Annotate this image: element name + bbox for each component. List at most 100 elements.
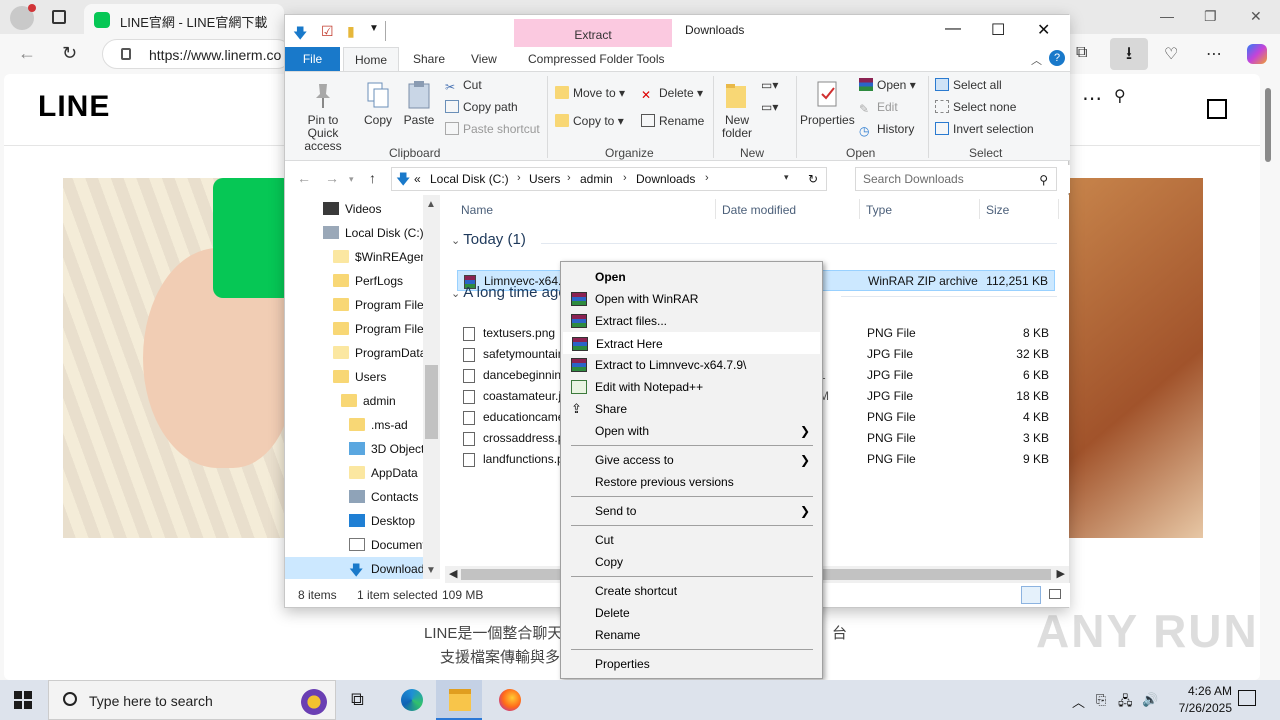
collapse-ribbon-icon[interactable]: ︿ [1031, 52, 1042, 68]
menu-cut[interactable]: Cut [563, 529, 820, 551]
tray-overflow-icon[interactable]: ︿ [1072, 692, 1085, 711]
col-header-type[interactable]: Type [866, 203, 892, 217]
open-button[interactable]: Open ▾ [859, 78, 916, 92]
scroll-right-icon[interactable]: ▶ [1057, 567, 1065, 580]
restore-icon[interactable]: ❐ [1204, 8, 1217, 25]
fullscreen-icon[interactable] [1207, 99, 1227, 119]
menu-share[interactable]: ⇪ Share [563, 398, 820, 420]
crumb-local-disk[interactable]: Local Disk (C:) [430, 172, 509, 186]
menu-open-with[interactable]: Open with ❯ [563, 420, 820, 442]
details-view-button[interactable] [1021, 586, 1041, 604]
ex-maximize-icon[interactable]: ☐ [991, 20, 1005, 40]
page-scrollbar[interactable] [1262, 74, 1274, 670]
scroll-down-icon[interactable]: ▼ [426, 565, 436, 576]
menu-rename[interactable]: Rename [563, 624, 820, 646]
large-icons-view-button[interactable] [1045, 586, 1065, 604]
paste-shortcut-button[interactable]: Paste shortcut [445, 122, 540, 136]
quick-access-down-icon[interactable]: 🡇 [293, 23, 307, 47]
scroll-up-icon[interactable]: ▲ [426, 199, 436, 210]
copilot-icon[interactable] [1247, 44, 1267, 64]
col-header-date[interactable]: Date modified [722, 203, 796, 217]
refresh-icon[interactable]: ↻ [62, 43, 77, 64]
copy-button[interactable]: Copy [361, 80, 395, 127]
tab-actions-icon[interactable] [52, 10, 66, 24]
nav-item-desktop[interactable]: Desktop [349, 509, 415, 533]
history-button[interactable]: ◷ History [859, 122, 914, 138]
taskbar-file-explorer[interactable] [436, 680, 482, 720]
breadcrumb[interactable]: 🡇 « Local Disk (C:) › Users › admin › Do… [391, 167, 827, 191]
menu-give-access-to[interactable]: Give access to ❯ [563, 449, 820, 471]
clock[interactable]: 4:26 AM 7/26/2025 [1162, 683, 1232, 717]
menu-open-with-winrar[interactable]: Open with WinRAR [563, 288, 820, 310]
col-header-name[interactable]: Name [461, 203, 493, 217]
move-to-button[interactable]: Move to ▾ [555, 86, 625, 100]
collections-icon[interactable]: ⧉ [1076, 44, 1087, 62]
cut-button[interactable]: ✂ Cut [445, 78, 482, 94]
nav-item-admin[interactable]: admin [341, 389, 396, 413]
line-logo[interactable]: LINE [38, 90, 110, 124]
taskbar-search[interactable]: Type here to search [48, 680, 336, 720]
task-view-button[interactable]: ⧉ [338, 680, 384, 720]
nav-item-winreagent[interactable]: $WinREAgent [333, 245, 430, 269]
copy-to-button[interactable]: Copy to ▾ [555, 114, 624, 128]
paste-button[interactable]: Paste [401, 80, 437, 127]
select-none-button[interactable]: Select none [935, 100, 1016, 114]
delete-button[interactable]: ✕ Delete ▾ [641, 86, 703, 102]
explorer-search-box[interactable]: Search Downloads ⚲ [855, 167, 1057, 191]
nav-scrollbar-thumb[interactable] [425, 365, 438, 439]
column-separator[interactable] [715, 199, 716, 219]
new-folder-button[interactable]: New folder [717, 80, 757, 140]
menu-delete[interactable]: Delete [563, 602, 820, 624]
select-all-button[interactable]: Select all [935, 78, 1002, 92]
tray-device-icon[interactable]: ⎘ [1096, 692, 1106, 708]
copy-path-button[interactable]: Copy path [445, 100, 518, 114]
menu-extract-files[interactable]: Extract files... [563, 310, 820, 332]
nav-item-documents[interactable]: Documents [349, 533, 432, 557]
menu-edit-notepadpp[interactable]: Edit with Notepad++ [563, 376, 820, 398]
easy-access-icon[interactable]: ▭▾ [761, 100, 778, 114]
browser-tab[interactable]: LINE官網 - LINE官網下載 [84, 4, 284, 34]
tab-home[interactable]: Home [343, 47, 399, 72]
minimize-icon[interactable]: — [1160, 8, 1174, 24]
start-button[interactable] [14, 691, 32, 709]
recent-dropdown-icon[interactable]: ▾ [349, 174, 354, 185]
crumb-chevron-icon[interactable]: › [567, 172, 571, 184]
nav-item-users[interactable]: Users [333, 365, 386, 389]
crumb-chevron-icon[interactable]: › [517, 172, 521, 184]
nav-item-contacts[interactable]: Contacts [349, 485, 418, 509]
new-item-icon[interactable]: ▭▾ [761, 78, 778, 92]
address-bar[interactable]: https://www.linerm.co [102, 39, 292, 69]
nav-item-ms-ad[interactable]: .ms-ad [349, 413, 408, 437]
tab-compressed-folder-tools[interactable]: Compressed Folder Tools [528, 52, 665, 66]
properties-qa-icon[interactable]: ☑ [321, 23, 334, 40]
ex-back-icon[interactable]: ← [297, 170, 311, 186]
nav-item-downloads[interactable]: 🡇 Downloads [285, 557, 439, 579]
edit-button[interactable]: ✎ Edit [859, 100, 898, 116]
notifications-icon[interactable] [1238, 690, 1256, 706]
new-folder-qa-icon[interactable]: ▮ [347, 23, 355, 40]
help-icon[interactable]: ? [1049, 50, 1065, 66]
back-icon[interactable]: ← [18, 43, 36, 64]
close-icon[interactable]: ✕ [1250, 8, 1262, 25]
ex-minimize-icon[interactable]: — [945, 20, 961, 38]
menu-send-to[interactable]: Send to ❯ [563, 500, 820, 522]
invert-selection-button[interactable]: Invert selection [935, 122, 1034, 136]
address-refresh-icon[interactable]: ↻ [808, 172, 818, 186]
column-separator[interactable] [1058, 199, 1059, 219]
properties-button[interactable]: Properties [800, 80, 855, 127]
ex-close-icon[interactable]: ✕ [1037, 20, 1050, 40]
crumb-chevron-icon[interactable]: › [705, 172, 709, 184]
taskbar-edge[interactable] [388, 680, 434, 720]
tab-share[interactable]: Share [413, 52, 445, 66]
performance-icon[interactable]: ♡ [1164, 44, 1178, 64]
nav-item-perflogs[interactable]: PerfLogs [333, 269, 403, 293]
nav-item-local-disk[interactable]: Local Disk (C:) [323, 221, 424, 245]
downloads-button[interactable]: ⭳ [1110, 38, 1148, 70]
address-dropdown-icon[interactable]: ▾ [784, 172, 789, 183]
nav-item-3d-objects[interactable]: 3D Objects [349, 437, 430, 461]
tab-view[interactable]: View [471, 52, 497, 66]
menu-restore-previous[interactable]: Restore previous versions [563, 471, 820, 493]
menu-extract-to-folder[interactable]: Extract to Limnvevc-x64.7.9\ [563, 354, 820, 376]
column-separator[interactable] [979, 199, 980, 219]
nav-item-program-files-x86[interactable]: Program Files [333, 317, 430, 341]
